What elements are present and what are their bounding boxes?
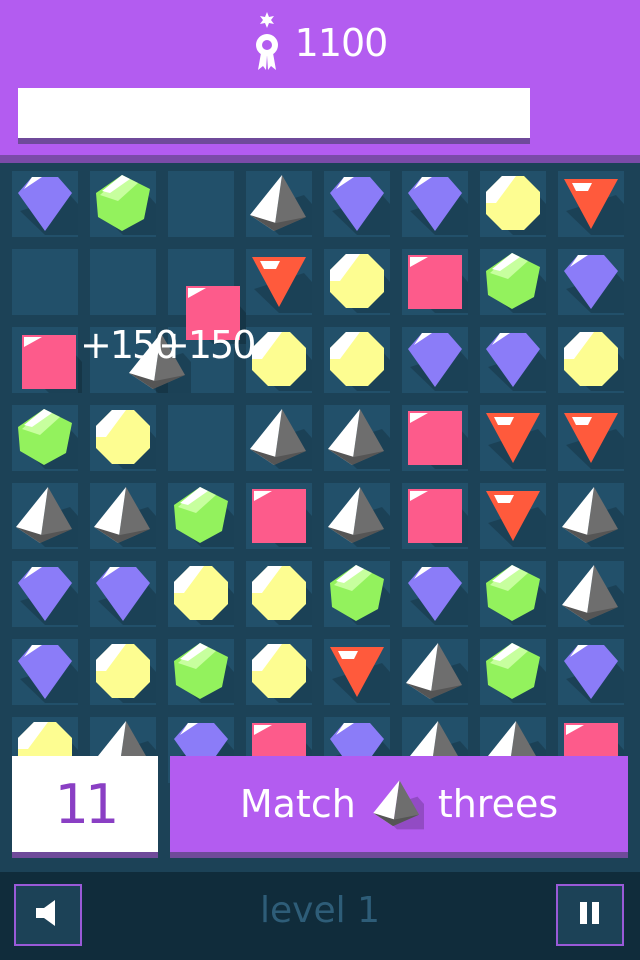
- gem-red[interactable]: [558, 405, 624, 471]
- gem-blue[interactable]: [480, 327, 546, 393]
- score-display: 1100: [0, 8, 640, 78]
- gem-green[interactable]: [324, 561, 390, 627]
- gem-green[interactable]: [168, 483, 234, 549]
- gem-blue[interactable]: [402, 171, 468, 237]
- gem-gray[interactable]: [558, 561, 624, 627]
- gem-pink[interactable]: [402, 483, 468, 549]
- gem-yellow[interactable]: [90, 405, 156, 471]
- gem-blue[interactable]: [402, 561, 468, 627]
- gem-gray[interactable]: [402, 639, 468, 705]
- score-progress-fill: [18, 88, 530, 138]
- gem-yellow[interactable]: [246, 327, 312, 393]
- moves-value: 11: [54, 772, 120, 836]
- gem-green[interactable]: [480, 249, 546, 315]
- goal-suffix: threes: [437, 782, 559, 826]
- award-ribbon-icon: [253, 10, 281, 76]
- gem-red[interactable]: [246, 249, 312, 315]
- gem-red[interactable]: [480, 483, 546, 549]
- goal-prefix: Match: [239, 782, 356, 826]
- gem-gray[interactable]: [90, 483, 156, 549]
- gem-yellow[interactable]: [324, 327, 390, 393]
- goal-panel: Match threes: [170, 756, 628, 852]
- falling-gem-pink: [16, 329, 82, 395]
- gem-pink[interactable]: [402, 249, 468, 315]
- pause-button[interactable]: [556, 884, 624, 946]
- gem-yellow[interactable]: [324, 249, 390, 315]
- level-label: level 1: [260, 890, 380, 931]
- goal-gem-icon: [370, 777, 424, 831]
- gem-green[interactable]: [480, 561, 546, 627]
- gem-gray[interactable]: [324, 405, 390, 471]
- gem-blue[interactable]: [558, 249, 624, 315]
- gem-yellow[interactable]: [168, 561, 234, 627]
- gem-blue[interactable]: [324, 171, 390, 237]
- board-cell[interactable]: [12, 249, 78, 315]
- board-cell[interactable]: [168, 171, 234, 237]
- gem-red[interactable]: [324, 639, 390, 705]
- gem-green[interactable]: [168, 639, 234, 705]
- gem-pink[interactable]: [246, 483, 312, 549]
- gem-green[interactable]: [90, 171, 156, 237]
- gem-green[interactable]: [480, 639, 546, 705]
- board-cell[interactable]: [168, 405, 234, 471]
- gem-red[interactable]: [558, 171, 624, 237]
- gem-pink[interactable]: [402, 405, 468, 471]
- gem-gray[interactable]: [246, 171, 312, 237]
- gem-yellow[interactable]: [246, 561, 312, 627]
- score-value: 1100: [294, 21, 389, 65]
- gem-gray[interactable]: [324, 483, 390, 549]
- score-popup: +150: [158, 323, 256, 367]
- gem-blue[interactable]: [12, 561, 78, 627]
- score-progress-bar: [18, 88, 530, 138]
- gem-gray[interactable]: [558, 483, 624, 549]
- gem-yellow[interactable]: [480, 171, 546, 237]
- gem-blue[interactable]: [12, 639, 78, 705]
- board-cell[interactable]: [90, 249, 156, 315]
- gem-blue[interactable]: [558, 639, 624, 705]
- moves-counter: 11: [12, 756, 158, 852]
- gem-yellow[interactable]: [246, 639, 312, 705]
- header-divider: [0, 155, 640, 163]
- game-board[interactable]: +150 +150: [0, 163, 640, 783]
- gem-blue[interactable]: [90, 561, 156, 627]
- gem-red[interactable]: [480, 405, 546, 471]
- gem-yellow[interactable]: [90, 639, 156, 705]
- gem-yellow[interactable]: [558, 327, 624, 393]
- pause-icon: [577, 899, 603, 931]
- gem-gray[interactable]: [12, 483, 78, 549]
- gem-blue[interactable]: [12, 171, 78, 237]
- gem-gray[interactable]: [246, 405, 312, 471]
- gem-blue[interactable]: [402, 327, 468, 393]
- gem-green[interactable]: [12, 405, 78, 471]
